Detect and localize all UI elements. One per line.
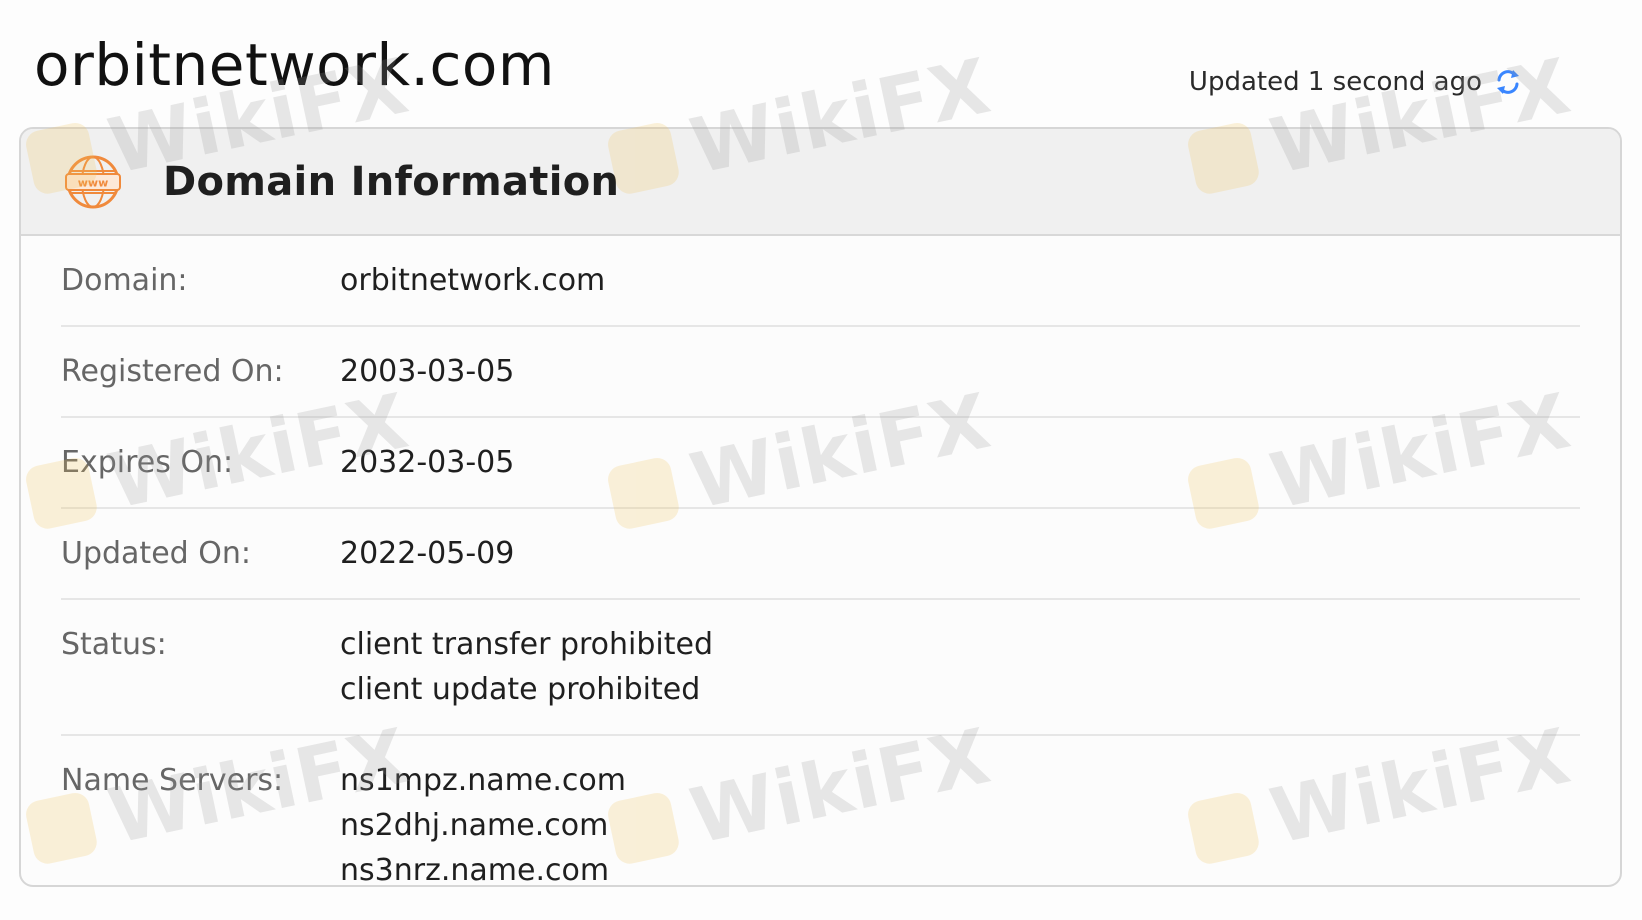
- row-label: Expires On:: [61, 445, 234, 480]
- www-globe-icon: www: [65, 155, 121, 208]
- row-values: client transfer prohibited client update …: [340, 622, 713, 712]
- domain-info-card: www Domain Information Domain: orbitnetwo…: [19, 127, 1622, 887]
- row-value: ns3nrz.name.com: [340, 853, 610, 887]
- row-values: 2032-03-05: [340, 440, 514, 485]
- row-label: Updated On:: [61, 536, 251, 571]
- row-values: 2003-03-05: [340, 349, 514, 394]
- row-value: orbitnetwork.com: [340, 263, 606, 298]
- row-value: client transfer prohibited: [340, 627, 714, 662]
- row-label: Domain:: [61, 263, 188, 298]
- info-row: Updated On: 2022-05-09: [61, 509, 1580, 600]
- row-values: ns1mpz.name.com ns2dhj.name.com ns3nrz.nam…: [340, 758, 626, 887]
- card-title: Domain Information: [163, 158, 620, 205]
- page-title: orbitnetwork.com: [34, 31, 555, 99]
- row-label: Name Servers:: [61, 763, 284, 798]
- svg-text:www: www: [78, 176, 109, 189]
- domain-info-rows: Domain: orbitnetwork.com Registered On: 200…: [21, 236, 1620, 887]
- row-values: 2022-05-09: [340, 531, 514, 576]
- info-row: Status: client transfer prohibited client …: [61, 600, 1580, 736]
- info-row: Registered On: 2003-03-05: [61, 327, 1580, 418]
- row-value: 2003-03-05: [340, 354, 515, 389]
- card-header: www Domain Information: [21, 129, 1620, 236]
- row-value: ns1mpz.name.com: [340, 763, 626, 798]
- row-value: ns2dhj.name.com: [340, 808, 609, 843]
- row-value: client update prohibited: [340, 672, 701, 707]
- row-values: orbitnetwork.com: [340, 258, 605, 303]
- info-row: Expires On: 2032-03-05: [61, 418, 1580, 509]
- info-row: Domain: orbitnetwork.com: [61, 236, 1580, 327]
- row-value: 2032-03-05: [340, 445, 515, 480]
- row-label: Registered On:: [61, 354, 284, 389]
- row-label: Status:: [61, 627, 167, 662]
- info-row: Name Servers: ns1mpz.name.com ns2dhj.name.…: [61, 736, 1580, 887]
- row-value: 2022-05-09: [340, 536, 515, 571]
- refresh-icon: [1497, 70, 1519, 94]
- updated-status: Updated 1 second ago: [1189, 66, 1524, 98]
- refresh-button[interactable]: [1492, 66, 1524, 98]
- page: orbitnetwork.com Updated 1 second ago ww…: [0, 0, 1642, 920]
- updated-text: Updated 1 second ago: [1188, 67, 1482, 97]
